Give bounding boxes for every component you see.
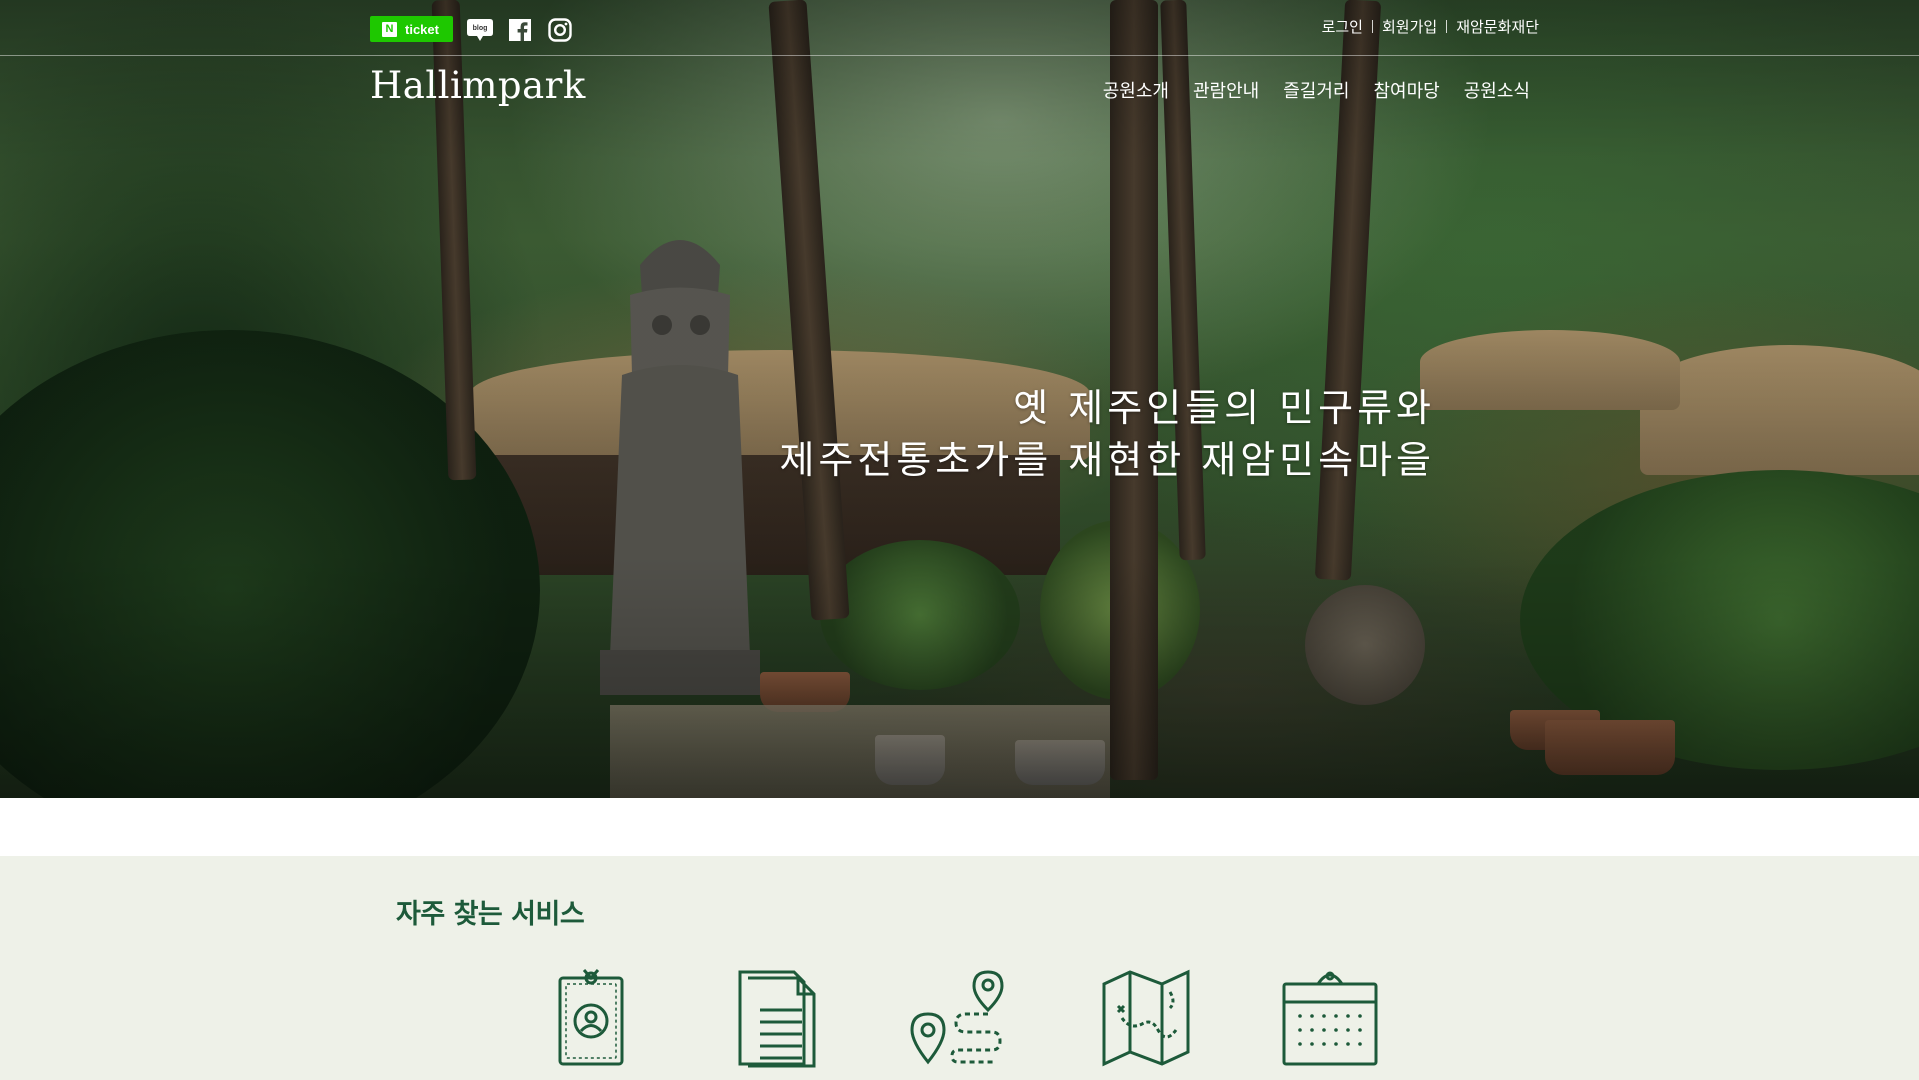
ticket-label: ticket	[405, 21, 439, 37]
frequent-services-section: 자주 찾는 서비스	[0, 856, 1919, 1080]
nav-park-news[interactable]: 공원소식	[1464, 77, 1530, 103]
service-documents[interactable]	[738, 968, 818, 1068]
services-title: 자주 찾는 서비스	[396, 899, 585, 930]
membership-card-icon	[558, 969, 624, 1066]
folded-map-icon	[1102, 969, 1190, 1067]
nav-community[interactable]: 참여마당	[1374, 77, 1440, 103]
naver-blog-link[interactable]: blog	[465, 16, 495, 44]
nav-visit-guide[interactable]: 관람안내	[1193, 77, 1259, 103]
instagram-link[interactable]	[545, 16, 575, 44]
naver-ticket-button[interactable]: N ticket	[370, 16, 453, 42]
document-icon	[738, 970, 816, 1068]
util-separator	[1371, 20, 1373, 33]
blog-icon: blog	[467, 19, 493, 41]
hero-headline-line2: 제주전통초가를 재현한 재암민속마을	[779, 438, 1435, 482]
service-directions[interactable]	[908, 968, 1008, 1068]
header-divider	[0, 55, 1919, 56]
utility-links: 로그인 회원가입 재암문화재단	[1322, 16, 1539, 37]
service-park-map[interactable]	[1100, 968, 1192, 1068]
facebook-icon	[509, 19, 531, 41]
site-logo[interactable]: Hallimpark	[370, 64, 586, 107]
service-membership[interactable]	[556, 968, 626, 1068]
naver-logo-icon: N	[382, 21, 397, 37]
instagram-icon	[548, 18, 572, 42]
route-map-icon	[910, 970, 1004, 1065]
hero-headline: 옛 제주인들의 민구류와 제주전통초가를 재현한 재암민속마을	[779, 382, 1435, 486]
signup-link[interactable]: 회원가입	[1382, 16, 1437, 37]
nav-park-intro[interactable]: 공원소개	[1103, 77, 1169, 103]
hero-banner: N ticket blog 로그인 회원가입 재암문화재단 Hallimpark…	[0, 0, 1919, 798]
login-link[interactable]: 로그인	[1322, 16, 1363, 37]
svg-text:blog: blog	[473, 25, 488, 32]
hero-headline-line1: 옛 제주인들의 민구류와	[1013, 386, 1435, 430]
main-nav: 공원소개 관람안내 즐길거리 참여마당 공원소식	[1103, 77, 1530, 103]
util-separator	[1446, 20, 1448, 33]
foundation-link[interactable]: 재암문화재단	[1456, 16, 1539, 37]
facebook-link[interactable]	[505, 16, 535, 44]
service-calendar[interactable]	[1280, 968, 1380, 1068]
calendar-icon	[1282, 971, 1378, 1066]
nav-attractions[interactable]: 즐길거리	[1283, 77, 1349, 103]
